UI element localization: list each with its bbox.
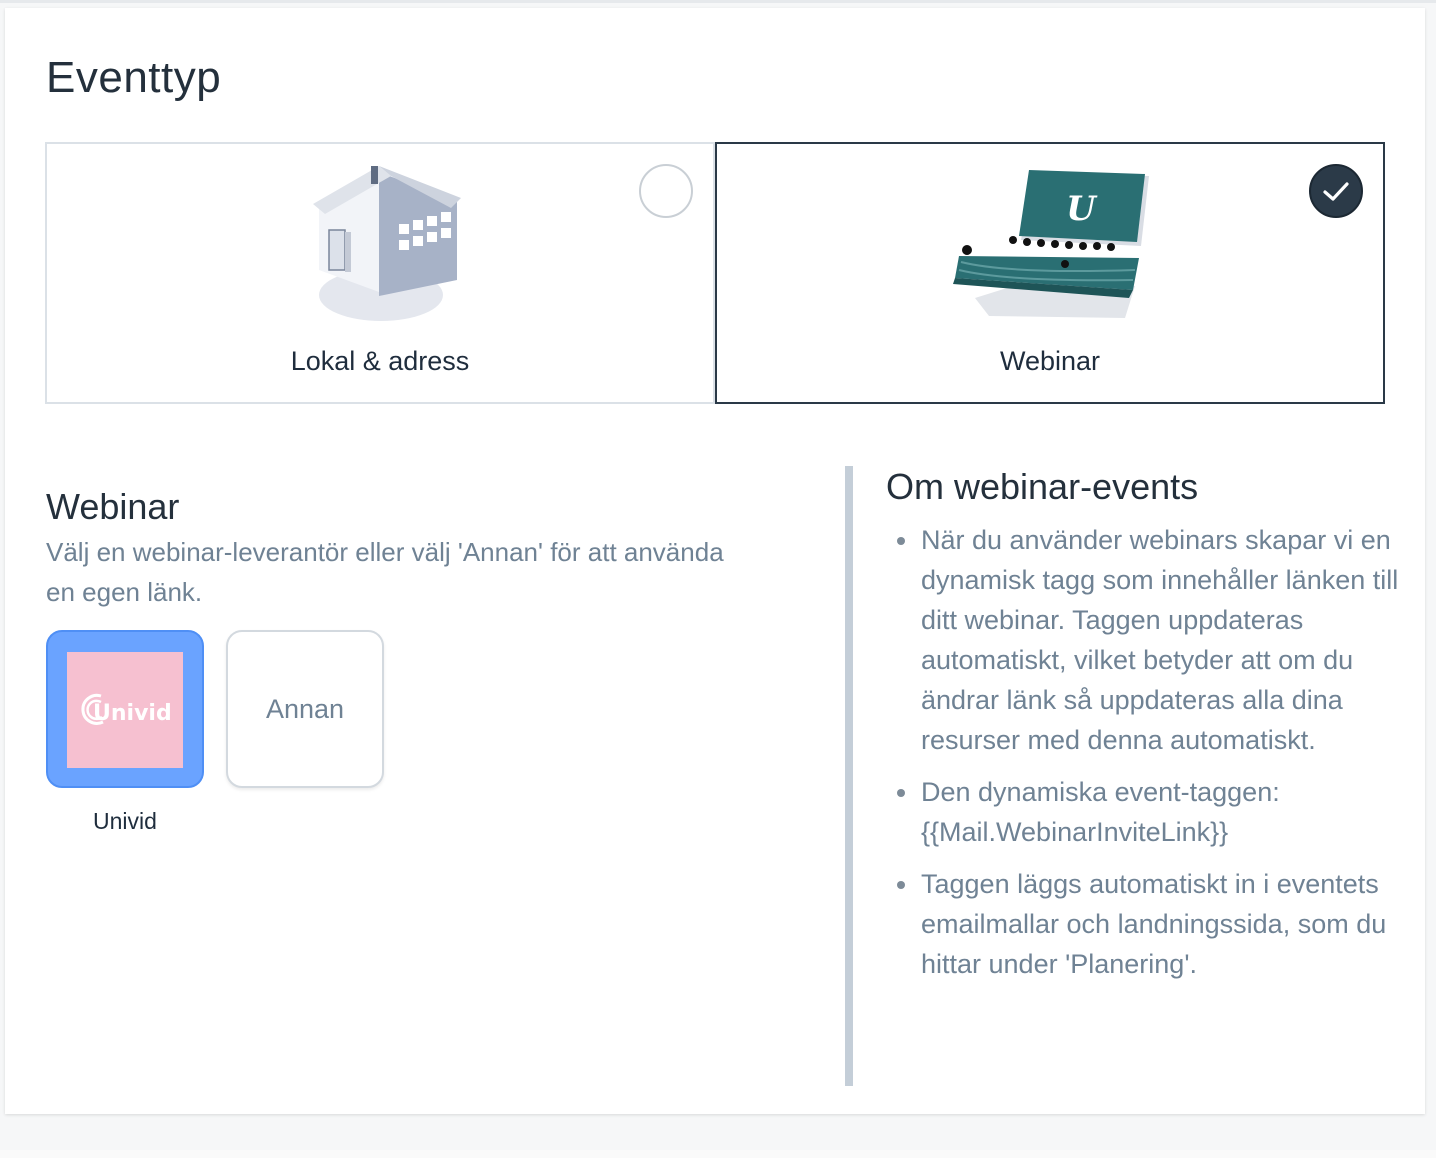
house-icon: [313, 166, 461, 321]
event-type-label-webinar: Webinar: [999, 346, 1101, 376]
lokal-radio[interactable]: [639, 164, 693, 218]
univid-logo-text: Univid: [93, 701, 172, 726]
event-type-label-lokal: Lokal & adress: [290, 346, 470, 376]
webinar-section-title: Webinar: [46, 486, 180, 527]
univid-logo: Univid: [67, 652, 183, 768]
top-border: [0, 0, 1436, 3]
event-type-option-webinar[interactable]: U Webinar: [715, 142, 1385, 404]
info-list: När du använder webinars skapar vi en dy…: [881, 520, 1421, 996]
info-list-item: Taggen läggs automatiskt in i eventets e…: [881, 864, 1421, 984]
provider-label-annan: Annan: [265, 694, 345, 724]
webinar-radio[interactable]: [1309, 164, 1363, 218]
info-list-item: Den dynamiska event-taggen: {{Mail.Webin…: [881, 772, 1421, 852]
provider-option-univid[interactable]: Univid: [46, 630, 204, 788]
page-title: Eventtyp: [46, 53, 222, 102]
webinar-screen-icon: U: [953, 170, 1149, 318]
checkmark-icon: [1323, 182, 1349, 201]
bottom-strip: [0, 1150, 1436, 1158]
provider-caption-univid: Univid: [93, 808, 157, 834]
event-type-card: Eventtyp Lokal & adress U Webinar Webina…: [5, 8, 1425, 1114]
info-title: Om webinar-events: [886, 466, 1199, 507]
webinar-section-description: Välj en webinar-leverantör eller välj 'A…: [46, 537, 724, 607]
webinar-screen-letter: U: [1066, 189, 1098, 229]
event-type-option-lokal[interactable]: Lokal & adress: [45, 142, 715, 404]
provider-option-annan[interactable]: Annan: [226, 630, 384, 788]
info-list-item: När du använder webinars skapar vi en dy…: [881, 520, 1421, 760]
info-divider: [845, 466, 853, 1086]
